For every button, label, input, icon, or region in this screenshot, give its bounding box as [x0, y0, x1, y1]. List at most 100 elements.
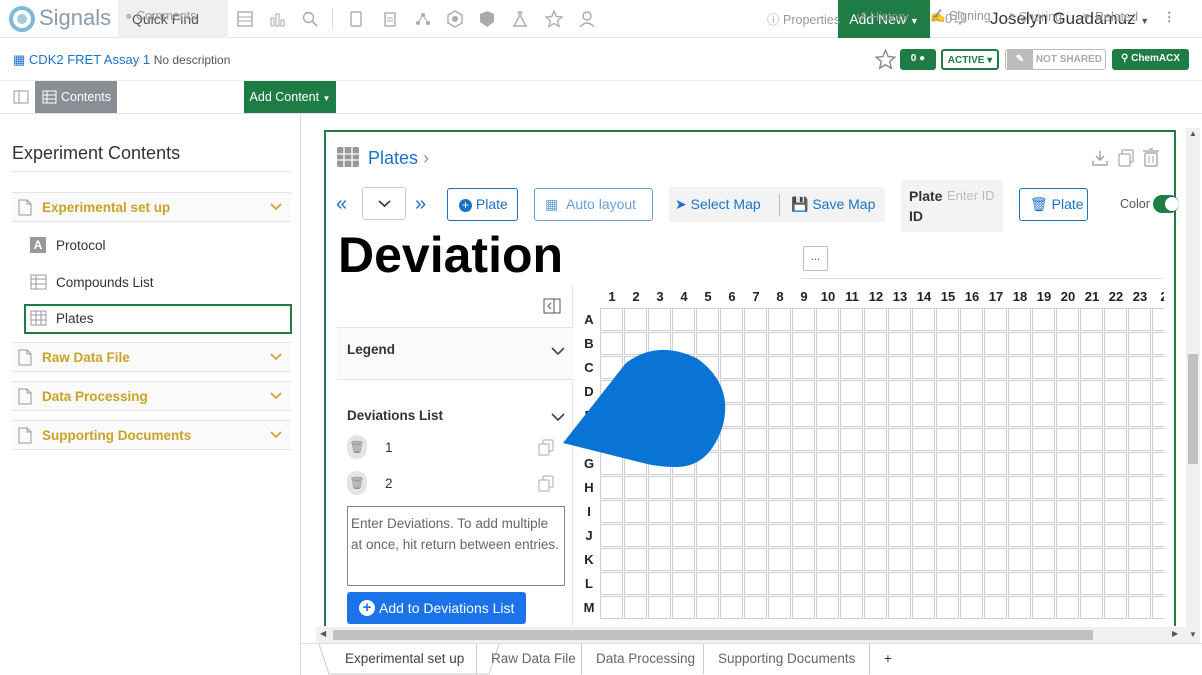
plate-well[interactable] [864, 524, 887, 547]
plate-well[interactable] [912, 332, 935, 355]
plate-well[interactable] [864, 596, 887, 619]
plate-well[interactable] [816, 524, 839, 547]
plate-well[interactable] [768, 428, 791, 451]
plate-well[interactable] [768, 476, 791, 499]
plate-well[interactable] [1056, 596, 1079, 619]
plate-well[interactable] [792, 572, 815, 595]
plate-well[interactable] [1032, 572, 1055, 595]
properties-link[interactable]: ⓘ Properties [767, 9, 840, 28]
chevron-down-icon[interactable] [269, 390, 283, 402]
plate-well[interactable] [888, 572, 911, 595]
plate-well[interactable] [624, 308, 647, 331]
status-dropdown[interactable]: ACTIVE ▾ [941, 49, 999, 70]
plate-well[interactable] [984, 524, 1007, 547]
plate-well[interactable] [600, 524, 623, 547]
plate-well[interactable] [624, 524, 647, 547]
plate-well[interactable] [912, 572, 935, 595]
plate-well[interactable] [1008, 452, 1031, 475]
plate-well[interactable] [792, 332, 815, 355]
plate-well[interactable] [720, 596, 743, 619]
select-map-button[interactable]: ➤ Select Map [675, 196, 761, 213]
sidebar-item-plates[interactable]: Plates [24, 304, 292, 334]
plate-well[interactable] [888, 404, 911, 427]
plate-well[interactable] [696, 476, 719, 499]
plate-well[interactable] [696, 500, 719, 523]
plate-well[interactable] [1104, 524, 1127, 547]
plate-well[interactable] [1080, 428, 1103, 451]
plate-well[interactable] [1008, 356, 1031, 379]
plate-well[interactable] [936, 596, 959, 619]
plate-well[interactable] [1128, 380, 1151, 403]
signals-logo[interactable]: Signals [0, 0, 118, 38]
plate-well[interactable] [696, 524, 719, 547]
plate-well[interactable] [840, 476, 863, 499]
deviation-input[interactable]: Enter Deviations. To add multiple at onc… [347, 506, 565, 586]
plate-well[interactable] [1032, 452, 1055, 475]
plate-well[interactable] [1032, 404, 1055, 427]
plate-well[interactable] [1128, 452, 1151, 475]
plate-well[interactable] [912, 380, 935, 403]
delete-deviation-icon[interactable]: 🗑 [347, 435, 367, 459]
plate-well[interactable] [1152, 596, 1164, 619]
plate-well[interactable] [768, 356, 791, 379]
plate-well[interactable] [624, 476, 647, 499]
plate-well[interactable] [1152, 500, 1164, 523]
plate-well[interactable] [768, 308, 791, 331]
plate-well[interactable] [1032, 476, 1055, 499]
plate-well[interactable] [1128, 476, 1151, 499]
plate-well[interactable] [984, 380, 1007, 403]
plate-well[interactable] [672, 596, 695, 619]
plate-well[interactable] [672, 524, 695, 547]
plate-well[interactable] [1080, 452, 1103, 475]
plate-well[interactable] [888, 332, 911, 355]
plate-well[interactable] [1128, 524, 1151, 547]
plate-well[interactable] [864, 572, 887, 595]
plate-well[interactable] [1152, 428, 1164, 451]
plate-well[interactable] [1080, 308, 1103, 331]
plate-well[interactable] [696, 572, 719, 595]
history-link[interactable]: ↺ History [856, 9, 909, 24]
notebook-icon[interactable] [347, 10, 365, 28]
plate-well[interactable] [1104, 476, 1127, 499]
plate-well[interactable] [768, 500, 791, 523]
plate-well[interactable] [600, 596, 623, 619]
more-button[interactable]: ... [803, 246, 828, 271]
plate-well[interactable] [1104, 380, 1127, 403]
plate-well[interactable] [1008, 572, 1031, 595]
plate-well[interactable] [984, 452, 1007, 475]
plate-well[interactable] [648, 548, 671, 571]
plate-well[interactable] [648, 500, 671, 523]
plate-well[interactable] [792, 596, 815, 619]
plate-well[interactable] [936, 404, 959, 427]
plate-well[interactable] [840, 524, 863, 547]
chevron-down-icon[interactable] [269, 351, 283, 363]
plate-well[interactable] [696, 548, 719, 571]
plate-well[interactable] [912, 452, 935, 475]
plate-well[interactable] [744, 380, 767, 403]
plate-well[interactable] [816, 452, 839, 475]
plate-well[interactable] [936, 308, 959, 331]
plate-well[interactable] [1056, 548, 1079, 571]
plate-well[interactable] [864, 332, 887, 355]
plate-well[interactable] [888, 356, 911, 379]
plate-well[interactable] [600, 308, 623, 331]
plate-well[interactable] [744, 428, 767, 451]
plate-well[interactable] [816, 308, 839, 331]
plate-well[interactable] [768, 548, 791, 571]
scroll-left-arrow[interactable]: ◀ [320, 629, 326, 638]
plate-well[interactable] [984, 572, 1007, 595]
plate-well[interactable] [624, 548, 647, 571]
scroll-up-arrow[interactable]: ▲ [1189, 129, 1197, 138]
plate-well[interactable] [1128, 428, 1151, 451]
plate-well[interactable] [720, 524, 743, 547]
star-icon[interactable] [545, 10, 563, 28]
plate-well[interactable] [672, 548, 695, 571]
plate-well[interactable] [912, 548, 935, 571]
plate-well[interactable] [744, 524, 767, 547]
plate-well[interactable] [864, 380, 887, 403]
plate-well[interactable] [984, 476, 1007, 499]
horizontal-scroll-thumb[interactable] [333, 630, 1093, 640]
plates-title[interactable]: Plates › [368, 148, 429, 169]
favorite-star-icon[interactable] [875, 49, 896, 70]
plate-well[interactable] [816, 548, 839, 571]
